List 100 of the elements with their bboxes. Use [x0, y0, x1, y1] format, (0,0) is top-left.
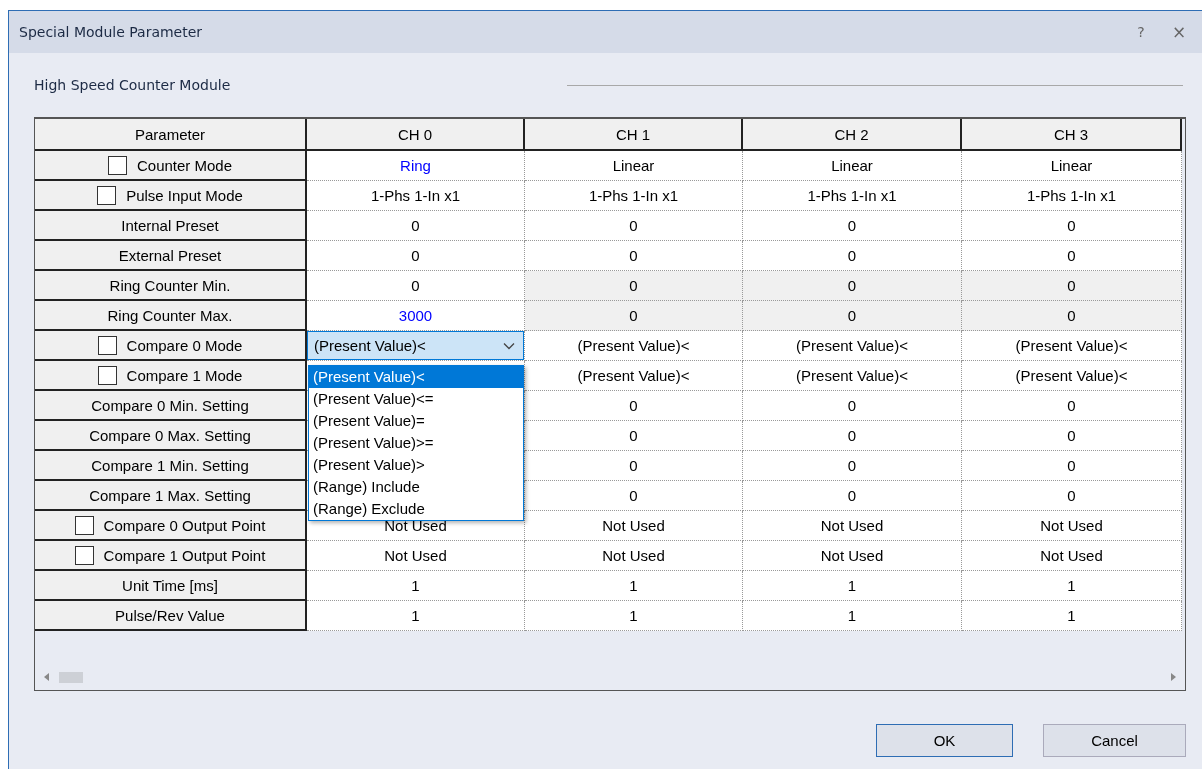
column-header: Parameter [35, 119, 307, 151]
table-cell: 1 [962, 601, 1182, 631]
table-cell: 1 [307, 571, 525, 601]
parameter-label: Compare 1 Output Point [103, 546, 266, 564]
table-cell: 0 [743, 391, 962, 421]
parameter-label: Compare 0 Output Point [103, 516, 266, 534]
table-cell: Not Used [307, 541, 525, 571]
table-cell: 0 [962, 391, 1182, 421]
table-cell: (Present Value)< [525, 361, 743, 391]
table-cell: Not Used [525, 541, 743, 571]
checkbox[interactable] [97, 185, 117, 205]
dropdown-option[interactable]: (Present Value)< [309, 366, 523, 388]
row-header: Unit Time [ms] [35, 571, 307, 601]
parameter-label: Compare 1 Mode [126, 366, 243, 384]
dialog-button[interactable]: OK [876, 724, 1013, 757]
table-cell: 0 [525, 481, 743, 511]
table-cell: 0 [525, 301, 743, 331]
scroll-right-icon[interactable] [1169, 672, 1177, 682]
table-cell: 0 [743, 421, 962, 451]
table-cell: Not Used [525, 511, 743, 541]
table-cell: 3000 [307, 301, 525, 331]
table-cell: Linear [962, 151, 1182, 181]
help-button[interactable]: ? [1124, 22, 1158, 42]
table-cell: Linear [525, 151, 743, 181]
row-header: Compare 0 Min. Setting [35, 391, 307, 421]
section-title: High Speed Counter Module [34, 77, 232, 93]
table-cell: 0 [743, 241, 962, 271]
table-cell: 0 [525, 241, 743, 271]
close-button[interactable]: × [1162, 22, 1196, 42]
column-header: CH 3 [962, 119, 1182, 151]
table-cell: 0 [307, 271, 525, 301]
table-cell: (Present Value)< [962, 361, 1182, 391]
table-cell: 1-Phs 1-In x1 [743, 181, 962, 211]
checkbox[interactable] [97, 335, 117, 355]
row-header: External Preset [35, 241, 307, 271]
parameter-label: Counter Mode [136, 156, 233, 174]
scrollbar-thumb[interactable] [59, 671, 83, 683]
dialog-button[interactable]: Cancel [1043, 724, 1186, 757]
row-header: Internal Preset [35, 211, 307, 241]
table-cell: (Present Value)< [962, 331, 1182, 361]
dropdown-option[interactable]: (Present Value)> [309, 454, 523, 476]
table-cell: 0 [962, 451, 1182, 481]
chevron-icon [503, 341, 515, 350]
table-cell: 1 [525, 571, 743, 601]
table-cell: (Present Value)< [743, 331, 962, 361]
row-header: Compare 0 Max. Setting [35, 421, 307, 451]
row-header: Compare 1 Min. Setting [35, 451, 307, 481]
dropdown-option[interactable]: (Present Value)<= [309, 388, 523, 410]
table-cell: Ring [307, 151, 525, 181]
table-cell: 0 [525, 421, 743, 451]
checkbox[interactable] [74, 515, 94, 535]
column-header: CH 2 [743, 119, 962, 151]
dropdown-option[interactable]: (Present Value)>= [309, 432, 523, 454]
table-cell: 1 [743, 571, 962, 601]
checkbox[interactable] [74, 545, 94, 565]
table-cell: 0 [525, 451, 743, 481]
checkbox[interactable] [107, 155, 127, 175]
row-header: Pulse/Rev Value [35, 601, 307, 631]
table-cell: Not Used [743, 541, 962, 571]
scroll-left-icon[interactable] [43, 672, 51, 682]
table-cell: 0 [743, 301, 962, 331]
table-cell: 0 [962, 481, 1182, 511]
table-cell: 0 [962, 301, 1182, 331]
row-header: Ring Counter Min. [35, 271, 307, 301]
row-header: Ring Counter Max. [35, 301, 307, 331]
table-cell: 0 [962, 211, 1182, 241]
parameter-label: Pulse Input Mode [126, 186, 243, 204]
dropdown-option[interactable]: (Present Value)= [309, 410, 523, 432]
table-cell: 0 [743, 271, 962, 301]
table-cell: 0 [307, 241, 525, 271]
table-cell: Not Used [962, 511, 1182, 541]
table-cell: Not Used [962, 541, 1182, 571]
table-cell: 0 [743, 451, 962, 481]
table-cell: (Present Value)< [743, 361, 962, 391]
table-cell: 1-Phs 1-In x1 [307, 181, 525, 211]
combo-box[interactable]: (Present Value)< [307, 331, 524, 360]
row-header: Compare 1 Max. Setting [35, 481, 307, 511]
table-cell: 0 [743, 481, 962, 511]
parameter-label: Compare 0 Mode [126, 336, 243, 354]
table-cell: 1 [743, 601, 962, 631]
table-cell: 0 [743, 211, 962, 241]
table-cell: (Present Value)< [525, 331, 743, 361]
table-cell: 0 [525, 211, 743, 241]
table-cell: 0 [525, 271, 743, 301]
column-header: CH 0 [307, 119, 525, 151]
window-title: Special Module Parameter [19, 24, 203, 40]
table-cell: 1-Phs 1-In x1 [962, 181, 1182, 211]
table-cell: 0 [962, 271, 1182, 301]
table-cell: 1-Phs 1-In x1 [525, 181, 743, 211]
table-cell: 1 [962, 571, 1182, 601]
table-cell: 0 [525, 391, 743, 421]
table-cell: Linear [743, 151, 962, 181]
table-cell: 1 [525, 601, 743, 631]
table-cell: 0 [962, 421, 1182, 451]
table-cell: Not Used [743, 511, 962, 541]
dropdown-option[interactable]: (Range) Include [309, 476, 523, 498]
table-cell: 1 [307, 601, 525, 631]
column-header: CH 1 [525, 119, 743, 151]
table-cell: 0 [307, 211, 525, 241]
checkbox[interactable] [97, 365, 117, 385]
